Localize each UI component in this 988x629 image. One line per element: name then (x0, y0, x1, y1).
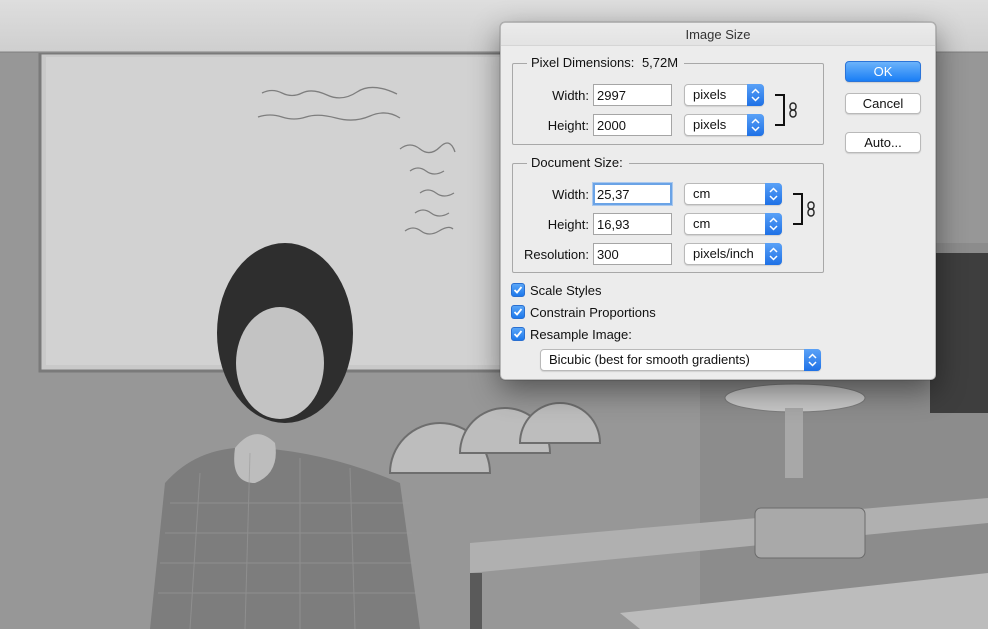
pixel-height-unit-select[interactable]: pixels (684, 114, 764, 136)
resolution-unit-select[interactable]: pixels/inch (684, 243, 782, 265)
image-size-dialog: Image Size Pixel Dimensions: 5,72M Width… (500, 22, 936, 380)
ok-button[interactable]: OK (845, 61, 921, 82)
dialog-title: Image Size (501, 23, 935, 46)
document-size-legend: Document Size: (527, 155, 629, 170)
pixel-dimensions-label: Pixel Dimensions: (531, 55, 635, 70)
constrain-proportions-checkbox[interactable] (511, 305, 525, 319)
stepper-arrows-icon (747, 114, 764, 136)
pixel-dimensions-legend: Pixel Dimensions: 5,72M (527, 55, 685, 70)
checkmark-icon (513, 330, 523, 338)
auto-button[interactable]: Auto... (845, 132, 921, 153)
resolution-label: Resolution: (523, 247, 589, 262)
pixel-height-label: Height: (547, 118, 589, 133)
stepper-arrows-icon (747, 84, 764, 106)
doc-width-label: Width: (552, 187, 589, 202)
pixel-dimensions-size: 5,72M (641, 55, 679, 70)
pixel-width-unit-select[interactable]: pixels (684, 84, 764, 106)
resample-image-label[interactable]: Resample Image: (530, 327, 632, 342)
doc-constrain-bracket (793, 193, 803, 225)
cancel-button[interactable]: Cancel (845, 93, 921, 114)
stepper-arrows-icon (765, 183, 782, 205)
doc-height-label: Height: (547, 217, 589, 232)
doc-height-unit-select[interactable]: cm (684, 213, 782, 235)
pixel-height-unit: pixels (693, 117, 727, 132)
pixel-width-input[interactable] (593, 84, 672, 106)
resample-method-select[interactable]: Bicubic (best for smooth gradients) (540, 349, 821, 371)
doc-height-input[interactable] (593, 213, 672, 235)
resolution-unit: pixels/inch (693, 246, 754, 261)
doc-width-unit-select[interactable]: cm (684, 183, 782, 205)
stepper-arrows-icon (804, 349, 821, 371)
scale-styles-label[interactable]: Scale Styles (530, 283, 602, 298)
doc-height-unit: cm (693, 216, 711, 231)
resample-image-checkbox[interactable] (511, 327, 525, 341)
pixel-constrain-bracket (775, 94, 785, 126)
stepper-arrows-icon (765, 243, 782, 265)
doc-width-unit: cm (693, 186, 711, 201)
pixel-width-label: Width: (552, 88, 589, 103)
scale-styles-checkbox[interactable] (511, 283, 525, 297)
constrain-proportions-label[interactable]: Constrain Proportions (530, 305, 656, 320)
chain-link-icon (789, 102, 797, 118)
pixel-width-unit: pixels (693, 87, 727, 102)
doc-width-input[interactable] (593, 183, 672, 205)
document-size-group: Document Size: Width: cm Height: cm Reso… (512, 155, 824, 273)
pixel-height-input[interactable] (593, 114, 672, 136)
stepper-arrows-icon (765, 213, 782, 235)
resample-method: Bicubic (best for smooth gradients) (549, 352, 750, 367)
resolution-input[interactable] (593, 243, 672, 265)
checkmark-icon (513, 286, 523, 294)
chain-link-icon (807, 201, 815, 217)
checkmark-icon (513, 308, 523, 316)
pixel-dimensions-group: Pixel Dimensions: 5,72M Width: pixels He… (512, 55, 824, 145)
